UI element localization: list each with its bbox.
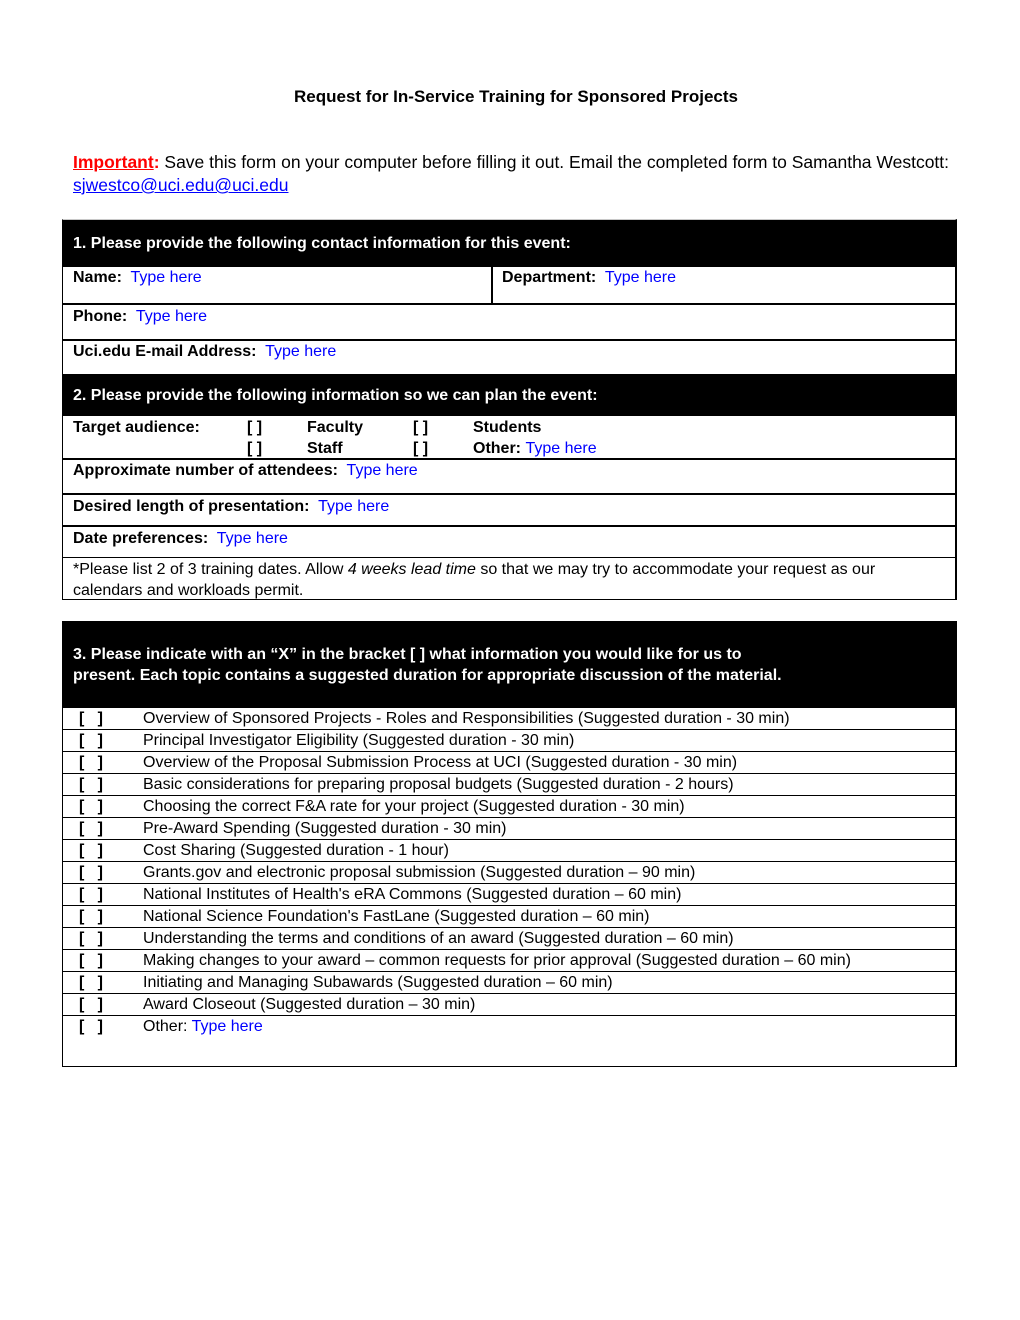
topic-checkbox[interactable]: [ ] — [63, 840, 143, 861]
email-field[interactable]: Type here — [265, 343, 336, 360]
department-field[interactable]: Type here — [605, 269, 676, 286]
topic-checkbox[interactable]: [ ] — [63, 994, 143, 1015]
topic-row: [ ] Overview of the Proposal Submission P… — [63, 751, 955, 773]
dates-field[interactable]: Type here — [217, 530, 288, 547]
event-planning-section: 2. Please provide the following informat… — [62, 374, 957, 600]
topic-row-other: [ ] Other: Type here — [63, 1015, 955, 1037]
length-label: Desired length of presentation: — [73, 498, 310, 515]
topic-checkbox[interactable]: [ ] — [63, 730, 143, 751]
target-audience-label: Target audience: — [73, 419, 200, 436]
name-label: Name: — [73, 269, 122, 286]
topic-row: [ ] Making changes to your award – common… — [63, 949, 955, 971]
topic-label: National Science Foundation's FastLane (… — [143, 908, 650, 925]
important-notice: Important: Save this form on your comput… — [73, 151, 953, 197]
phone-label: Phone: — [73, 308, 128, 325]
attendees-row: Approximate number of attendees: Type he… — [63, 458, 955, 493]
department-label: Department: — [502, 269, 597, 286]
topic-other-field[interactable]: Type here — [192, 1018, 263, 1035]
presentation-length-row: Desired length of presentation: Type her… — [63, 493, 955, 525]
other-audience-cell: Other: Type here — [473, 438, 955, 459]
topic-label: National Institutes of Health's eRA Comm… — [143, 886, 682, 903]
email-row: Uci.edu E-mail Address: Type here — [63, 339, 955, 375]
other-audience-checkbox[interactable]: [ ] — [413, 438, 473, 459]
topic-label: Grants.gov and electronic proposal submi… — [143, 864, 696, 881]
staff-label: Staff — [307, 440, 343, 457]
faculty-label: Faculty — [307, 419, 364, 436]
topic-row: [ ] Basic considerations for preparing pr… — [63, 773, 955, 795]
dates-label: Date preferences: — [73, 530, 209, 547]
other-audience-field[interactable]: Type here — [525, 440, 596, 457]
notice-text: Save this form on your computer before f… — [159, 152, 950, 172]
topic-row: [ ] Initiating and Managing Subawards (Su… — [63, 971, 955, 993]
email-link[interactable]: sjwestco@uci.edu@uci.edu — [73, 175, 289, 195]
page-title: Request for In-Service Training for Spon… — [294, 87, 738, 106]
department-cell: Department: Type here — [493, 267, 955, 303]
contact-info-section: 1. Please provide the following contact … — [62, 219, 957, 375]
topic-checkbox[interactable]: [ ] — [63, 906, 143, 927]
staff-checkbox[interactable]: [ ] — [247, 438, 307, 459]
name-field[interactable]: Type here — [131, 269, 202, 286]
topic-checkbox[interactable]: [ ] — [63, 928, 143, 949]
topic-row: [ ] Choosing the correct F&A rate for you… — [63, 795, 955, 817]
topic-other-cell: Other: Type here — [143, 1016, 955, 1037]
topic-label: Overview of the Proposal Submission Proc… — [143, 754, 738, 771]
topic-label: Pre-Award Spending (Suggested duration -… — [143, 820, 507, 837]
attendees-field[interactable]: Type here — [347, 462, 418, 479]
topic-checkbox[interactable]: [ ] — [63, 972, 143, 993]
topic-label: Cost Sharing (Suggested duration - 1 hou… — [143, 842, 449, 859]
name-department-row: Name: Type here Department: Type here — [63, 266, 955, 303]
topic-row: [ ] Principal Investigator Eligibility (S… — [63, 729, 955, 751]
students-label: Students — [473, 419, 542, 436]
topic-label: Award Closeout (Suggested duration – 30 … — [143, 996, 476, 1013]
topic-checkbox[interactable]: [ ] — [63, 862, 143, 883]
note-prefix: *Please list 2 of 3 training dates. Allo… — [73, 561, 348, 578]
topic-checkbox[interactable]: [ ] — [63, 708, 143, 729]
topic-checkbox[interactable]: [ ] — [63, 774, 143, 795]
topic-row: [ ] Grants.gov and electronic proposal su… — [63, 861, 955, 883]
topic-label: Overview of Sponsored Projects - Roles a… — [143, 710, 790, 727]
topic-checkbox[interactable]: [ ] — [63, 752, 143, 773]
topics-section: 3. Please indicate with an “X” in the br… — [62, 621, 957, 1067]
section3-header-line1: 3. Please indicate with an “X” in the br… — [73, 646, 742, 663]
section3-header: 3. Please indicate with an “X” in the br… — [63, 622, 955, 707]
section1-header: 1. Please provide the following contact … — [63, 220, 955, 266]
topic-label: Basic considerations for preparing propo… — [143, 776, 734, 793]
section2-header: 2. Please provide the following informat… — [63, 375, 955, 415]
date-note-row: *Please list 2 of 3 training dates. Allo… — [63, 557, 955, 601]
topic-other-checkbox[interactable]: [ ] — [63, 1016, 143, 1037]
topic-checkbox[interactable]: [ ] — [63, 818, 143, 839]
name-cell: Name: Type here — [63, 267, 493, 303]
topic-other-label: Other: — [143, 1018, 192, 1035]
topic-label: Initiating and Managing Subawards (Sugge… — [143, 974, 613, 991]
topic-row: [ ] National Institutes of Health's eRA C… — [63, 883, 955, 905]
topic-label: Making changes to your award – common re… — [143, 952, 851, 969]
section3-header-line2: present. Each topic contains a suggested… — [73, 667, 782, 684]
email-label: Uci.edu E-mail Address: — [73, 343, 257, 360]
topic-row: [ ] Award Closeout (Suggested duration – … — [63, 993, 955, 1015]
target-audience-row: Target audience: [ ] Faculty [ ] Student… — [63, 415, 955, 458]
topic-row: [ ] Understanding the terms and condition… — [63, 927, 955, 949]
phone-field[interactable]: Type here — [136, 308, 207, 325]
topic-checkbox[interactable]: [ ] — [63, 950, 143, 971]
topic-checkbox[interactable]: [ ] — [63, 796, 143, 817]
topic-row: [ ] Overview of Sponsored Projects - Role… — [63, 707, 955, 729]
phone-row: Phone: Type here — [63, 303, 955, 339]
important-label: Important — [73, 152, 154, 172]
date-preferences-row: Date preferences: Type here — [63, 525, 955, 557]
faculty-checkbox[interactable]: [ ] — [247, 417, 307, 438]
topic-row: [ ] Cost Sharing (Suggested duration - 1 … — [63, 839, 955, 861]
topic-label: Choosing the correct F&A rate for your p… — [143, 798, 685, 815]
students-checkbox[interactable]: [ ] — [413, 417, 473, 438]
topic-row: [ ] Pre-Award Spending (Suggested duratio… — [63, 817, 955, 839]
topic-checkbox[interactable]: [ ] — [63, 884, 143, 905]
topic-label: Understanding the terms and conditions o… — [143, 930, 734, 947]
attendees-label: Approximate number of attendees: — [73, 462, 338, 479]
note-italic: 4 weeks lead time — [347, 561, 476, 578]
topic-row: [ ] National Science Foundation's FastLan… — [63, 905, 955, 927]
other-audience-label: Other: — [473, 440, 521, 457]
length-field[interactable]: Type here — [318, 498, 389, 515]
topic-list: [ ] Overview of Sponsored Projects - Role… — [63, 707, 955, 1015]
topic-label: Principal Investigator Eligibility (Sugg… — [143, 732, 575, 749]
